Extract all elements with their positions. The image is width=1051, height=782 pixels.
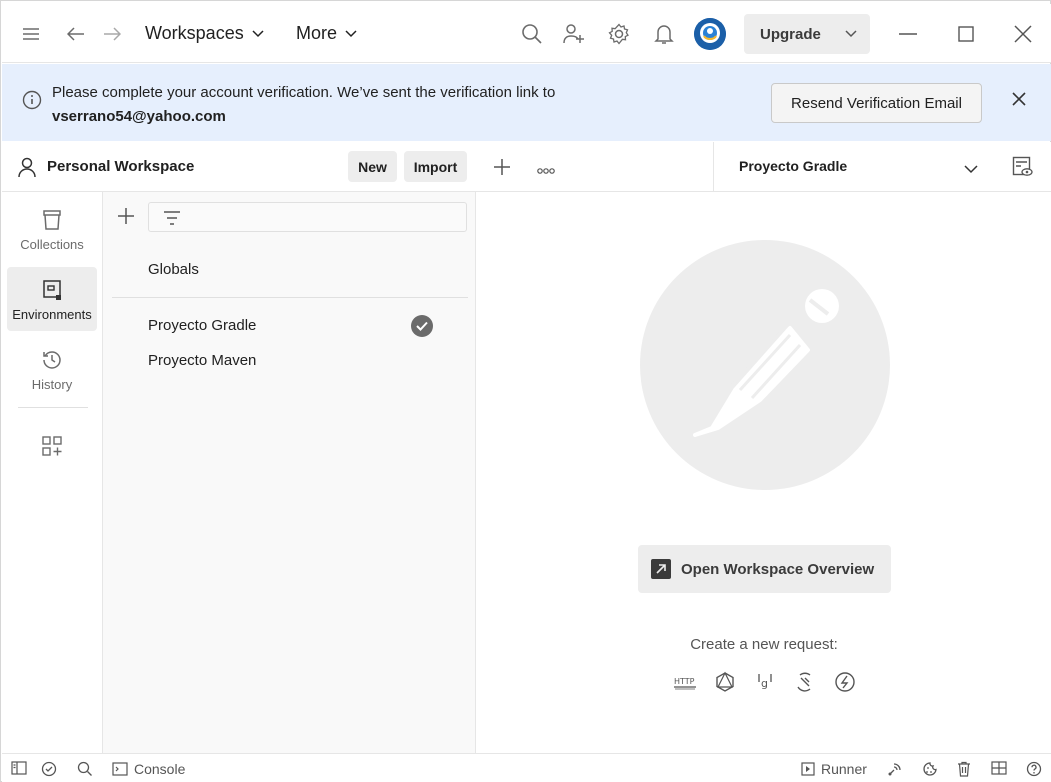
maximize-icon[interactable]: [950, 18, 982, 50]
tabs-bar: Proyecto Gradle: [476, 142, 1051, 192]
trash-icon[interactable]: [957, 761, 971, 777]
console-label: Console: [134, 761, 186, 777]
gear-icon[interactable]: [603, 18, 635, 50]
chevron-down-icon: [345, 29, 357, 37]
workspaces-label: Workspaces: [145, 23, 244, 43]
environment-selector[interactable]: Proyecto Gradle: [739, 158, 847, 174]
overview-label: Open Workspace Overview: [681, 560, 875, 578]
sidebar-item-label: History: [31, 377, 73, 392]
main-content: Open Workspace Overview Create a new req…: [477, 192, 1051, 753]
list-item[interactable]: Proyecto Gradle: [148, 317, 256, 334]
http-icon[interactable]: HTTP: [673, 670, 697, 694]
user-icon: [16, 156, 38, 181]
graphql-icon[interactable]: [713, 670, 737, 694]
help-icon[interactable]: [1026, 761, 1042, 777]
resend-verification-button[interactable]: Resend Verification Email: [771, 83, 982, 123]
environment-quick-look-icon[interactable]: [1012, 156, 1034, 181]
workspace-header: Personal Workspace New Import: [2, 142, 476, 192]
runner-icon: [801, 762, 815, 776]
two-pane-view-icon[interactable]: [991, 761, 1007, 775]
info-icon: [22, 90, 42, 113]
globals-item[interactable]: Globals: [148, 261, 199, 278]
invite-user-icon[interactable]: [558, 18, 590, 50]
upgrade-button[interactable]: Upgrade: [744, 14, 870, 54]
external-link-icon: [651, 559, 671, 579]
hamburger-menu-icon[interactable]: [15, 18, 47, 50]
svg-text:HTTP: HTTP: [674, 677, 695, 686]
verification-email: vserrano54@yahoo.com: [52, 108, 226, 125]
upgrade-label: Upgrade: [760, 25, 821, 43]
request-type-icons: HTTP g: [673, 670, 857, 694]
title-bar: Workspaces More Upgrade: [2, 4, 1051, 63]
sidebar-rail: Collections Environments History: [2, 192, 103, 753]
socketio-icon[interactable]: [833, 670, 857, 694]
console-button[interactable]: Console: [112, 761, 185, 777]
check-status-icon[interactable]: [41, 761, 57, 777]
app-window: Workspaces More Upgrade Please complete …: [0, 0, 1051, 782]
open-workspace-overview-button[interactable]: Open Workspace Overview: [638, 545, 891, 593]
filter-icon: [163, 210, 181, 229]
new-button[interactable]: New: [348, 151, 397, 182]
close-window-icon[interactable]: [1007, 18, 1039, 50]
list-item[interactable]: Proyecto Maven: [148, 352, 256, 369]
environments-icon: [42, 277, 62, 303]
cookies-icon[interactable]: [922, 761, 938, 777]
status-bar: Console Runner: [2, 753, 1051, 782]
sidebar-item-label: Collections: [20, 237, 84, 252]
back-arrow-icon[interactable]: [60, 18, 92, 50]
collections-icon: [42, 207, 62, 233]
proxy-icon[interactable]: [887, 761, 903, 777]
console-icon: [112, 762, 128, 776]
search-icon[interactable]: [516, 18, 548, 50]
runner-button[interactable]: Runner: [801, 761, 867, 777]
verification-text: Please complete your account verificatio…: [52, 84, 556, 101]
close-banner-icon[interactable]: [1011, 91, 1027, 110]
sidebar-item-history[interactable]: History: [7, 337, 97, 401]
import-button[interactable]: Import: [404, 151, 467, 182]
chevron-down-icon[interactable]: [844, 26, 858, 42]
find-icon[interactable]: [77, 761, 93, 777]
active-check-icon[interactable]: [411, 315, 433, 337]
postman-logo: [640, 240, 890, 490]
verification-message: Please complete your account verificatio…: [52, 81, 555, 129]
add-environment-icon[interactable]: [117, 207, 135, 228]
minimize-icon[interactable]: [892, 18, 924, 50]
chevron-down-icon[interactable]: [964, 161, 978, 177]
more-label: More: [296, 23, 338, 43]
sidebar-item-environments[interactable]: Environments: [7, 267, 97, 331]
workspace-name: Personal Workspace: [47, 158, 195, 175]
forward-arrow-icon[interactable]: [96, 18, 128, 50]
websocket-icon[interactable]: [793, 670, 817, 694]
env-divider: [112, 297, 468, 298]
svg-text:g: g: [761, 677, 768, 690]
create-request-label: Create a new request:: [690, 636, 838, 653]
environments-panel: Globals Proyecto Gradle Proyecto Maven: [103, 192, 476, 753]
new-tab-icon[interactable]: [493, 158, 511, 179]
chevron-down-icon: [252, 29, 264, 37]
rail-divider: [18, 407, 88, 408]
more-options-icon[interactable]: [537, 162, 555, 178]
verification-banner: Please complete your account verificatio…: [2, 64, 1051, 141]
history-icon: [41, 347, 63, 373]
divider: [713, 142, 714, 192]
bell-icon[interactable]: [648, 18, 680, 50]
grpc-icon[interactable]: g: [753, 670, 777, 694]
runner-label: Runner: [821, 761, 867, 777]
add-module-icon[interactable]: [41, 435, 63, 460]
filter-input[interactable]: [148, 202, 467, 232]
workspaces-menu[interactable]: Workspaces: [145, 23, 264, 44]
avatar[interactable]: [694, 18, 726, 50]
more-menu[interactable]: More: [296, 23, 357, 44]
sidebar-item-collections[interactable]: Collections: [7, 197, 97, 261]
toggle-sidebar-icon[interactable]: [11, 761, 27, 775]
sidebar-item-label: Environments: [12, 307, 92, 322]
